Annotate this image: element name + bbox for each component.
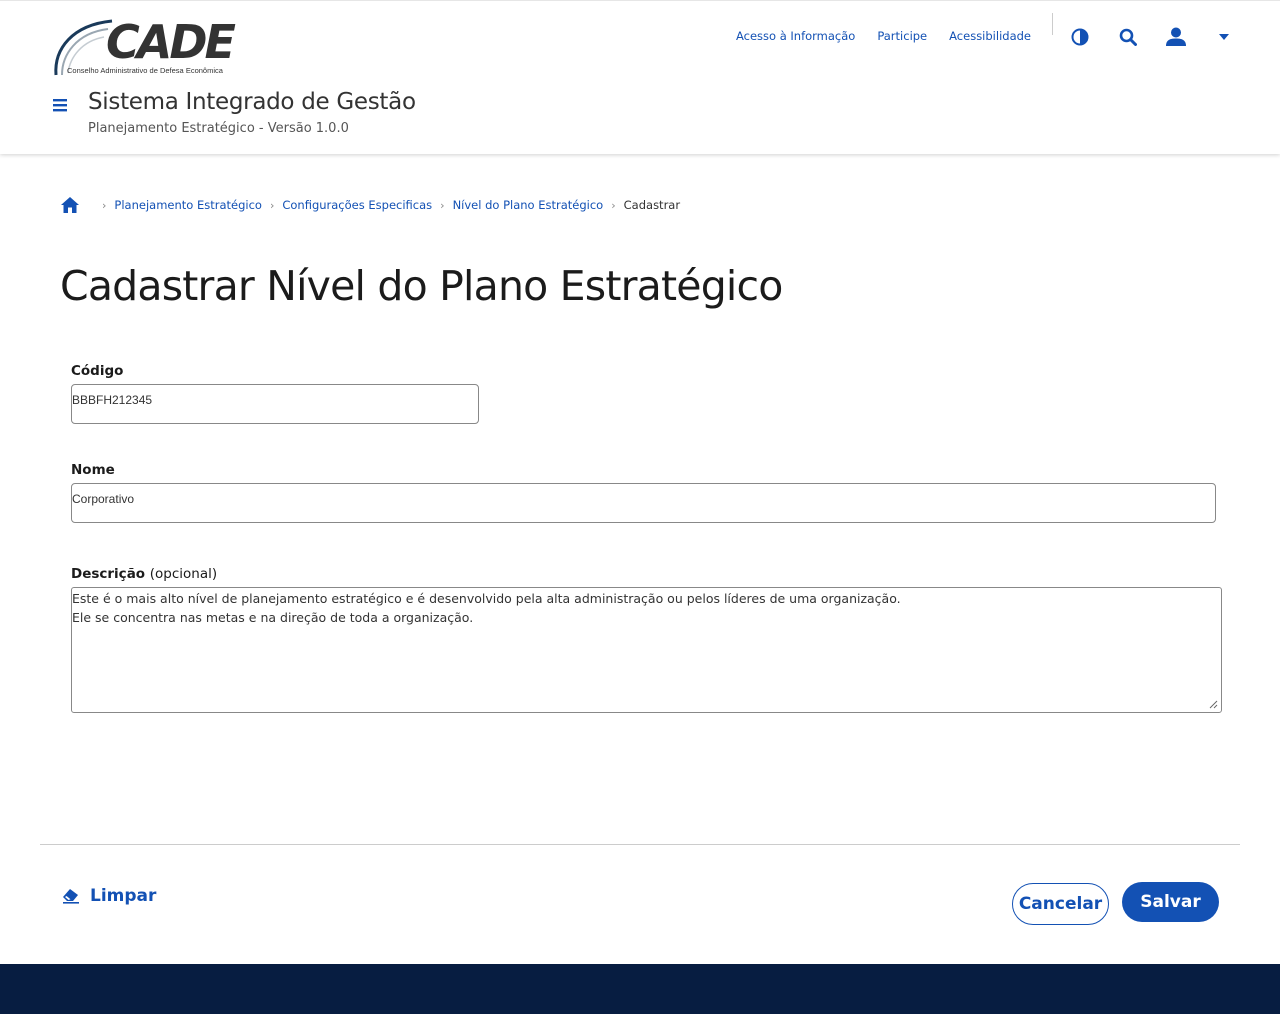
breadcrumb-configuracoes[interactable]: Configurações Especificas	[282, 198, 432, 212]
page-title: Cadastrar Nível do Plano Estratégico	[60, 262, 783, 310]
codigo-input[interactable]: BBBFH212345	[71, 384, 479, 424]
descricao-textarea[interactable]: Este é o mais alto nível de planejamento…	[71, 587, 1222, 713]
nome-label: Nome	[71, 462, 115, 478]
header-divider	[1052, 13, 1053, 35]
clear-button-label: Limpar	[90, 886, 157, 906]
nome-value: Corporativo	[72, 492, 135, 506]
user-icon[interactable]	[1164, 25, 1188, 49]
contrast-icon[interactable]	[1068, 25, 1092, 49]
breadcrumb-nivel-plano[interactable]: Nível do Plano Estratégico	[453, 198, 604, 212]
clear-button[interactable]: Limpar	[62, 886, 156, 906]
codigo-label: Código	[71, 363, 124, 379]
breadcrumb-planejamento[interactable]: Planejamento Estratégico	[114, 198, 262, 212]
chevron-right-icon: ›	[102, 198, 107, 212]
top-links: Acesso à Informação Participe Acessibili…	[736, 29, 1031, 43]
link-acessibilidade[interactable]: Acessibilidade	[949, 29, 1031, 43]
save-button[interactable]: Salvar	[1122, 882, 1219, 922]
codigo-value: BBBFH212345	[72, 393, 153, 407]
logo-subtitle: Conselho Administrativo de Defesa Econôm…	[67, 66, 223, 75]
link-participe[interactable]: Participe	[877, 29, 927, 43]
breadcrumb-current: Cadastrar	[623, 198, 681, 212]
hamburger-menu-icon[interactable]	[52, 97, 68, 113]
resize-grip-icon[interactable]	[1209, 700, 1218, 709]
chevron-right-icon: ›	[611, 198, 616, 212]
descricao-label-text: Descrição	[71, 566, 146, 582]
site-header: CADE Conselho Administrativo de Defesa E…	[0, 0, 1280, 154]
descricao-line-2: Ele se concentra nas metas e na direção …	[72, 610, 474, 625]
search-icon[interactable]	[1116, 25, 1140, 49]
descricao-line-1: Este é o mais alto nível de planejamento…	[72, 591, 901, 606]
system-title: Sistema Integrado de Gestão	[88, 89, 416, 115]
caret-down-icon[interactable]	[1212, 25, 1236, 49]
descricao-optional: (opcional)	[149, 566, 218, 582]
link-acesso-informacao[interactable]: Acesso à Informação	[736, 29, 855, 43]
chevron-right-icon: ›	[269, 198, 275, 212]
chevron-right-icon: ›	[440, 198, 445, 212]
descricao-label: Descrição (opcional)	[71, 566, 217, 582]
cade-logo[interactable]: CADE Conselho Administrativo de Defesa E…	[52, 15, 242, 79]
actions-divider	[40, 844, 1240, 845]
nome-input[interactable]: Corporativo	[71, 483, 1216, 523]
system-subtitle: Planejamento Estratégico - Versão 1.0.0	[88, 121, 349, 136]
site-footer	[0, 964, 1280, 1014]
cancel-button[interactable]: Cancelar	[1012, 883, 1109, 925]
eraser-icon	[63, 889, 79, 904]
logo-wordmark: CADE	[106, 15, 236, 69]
home-icon[interactable]	[60, 196, 80, 214]
breadcrumb: › Planejamento Estratégico › Configuraçõ…	[60, 194, 680, 216]
